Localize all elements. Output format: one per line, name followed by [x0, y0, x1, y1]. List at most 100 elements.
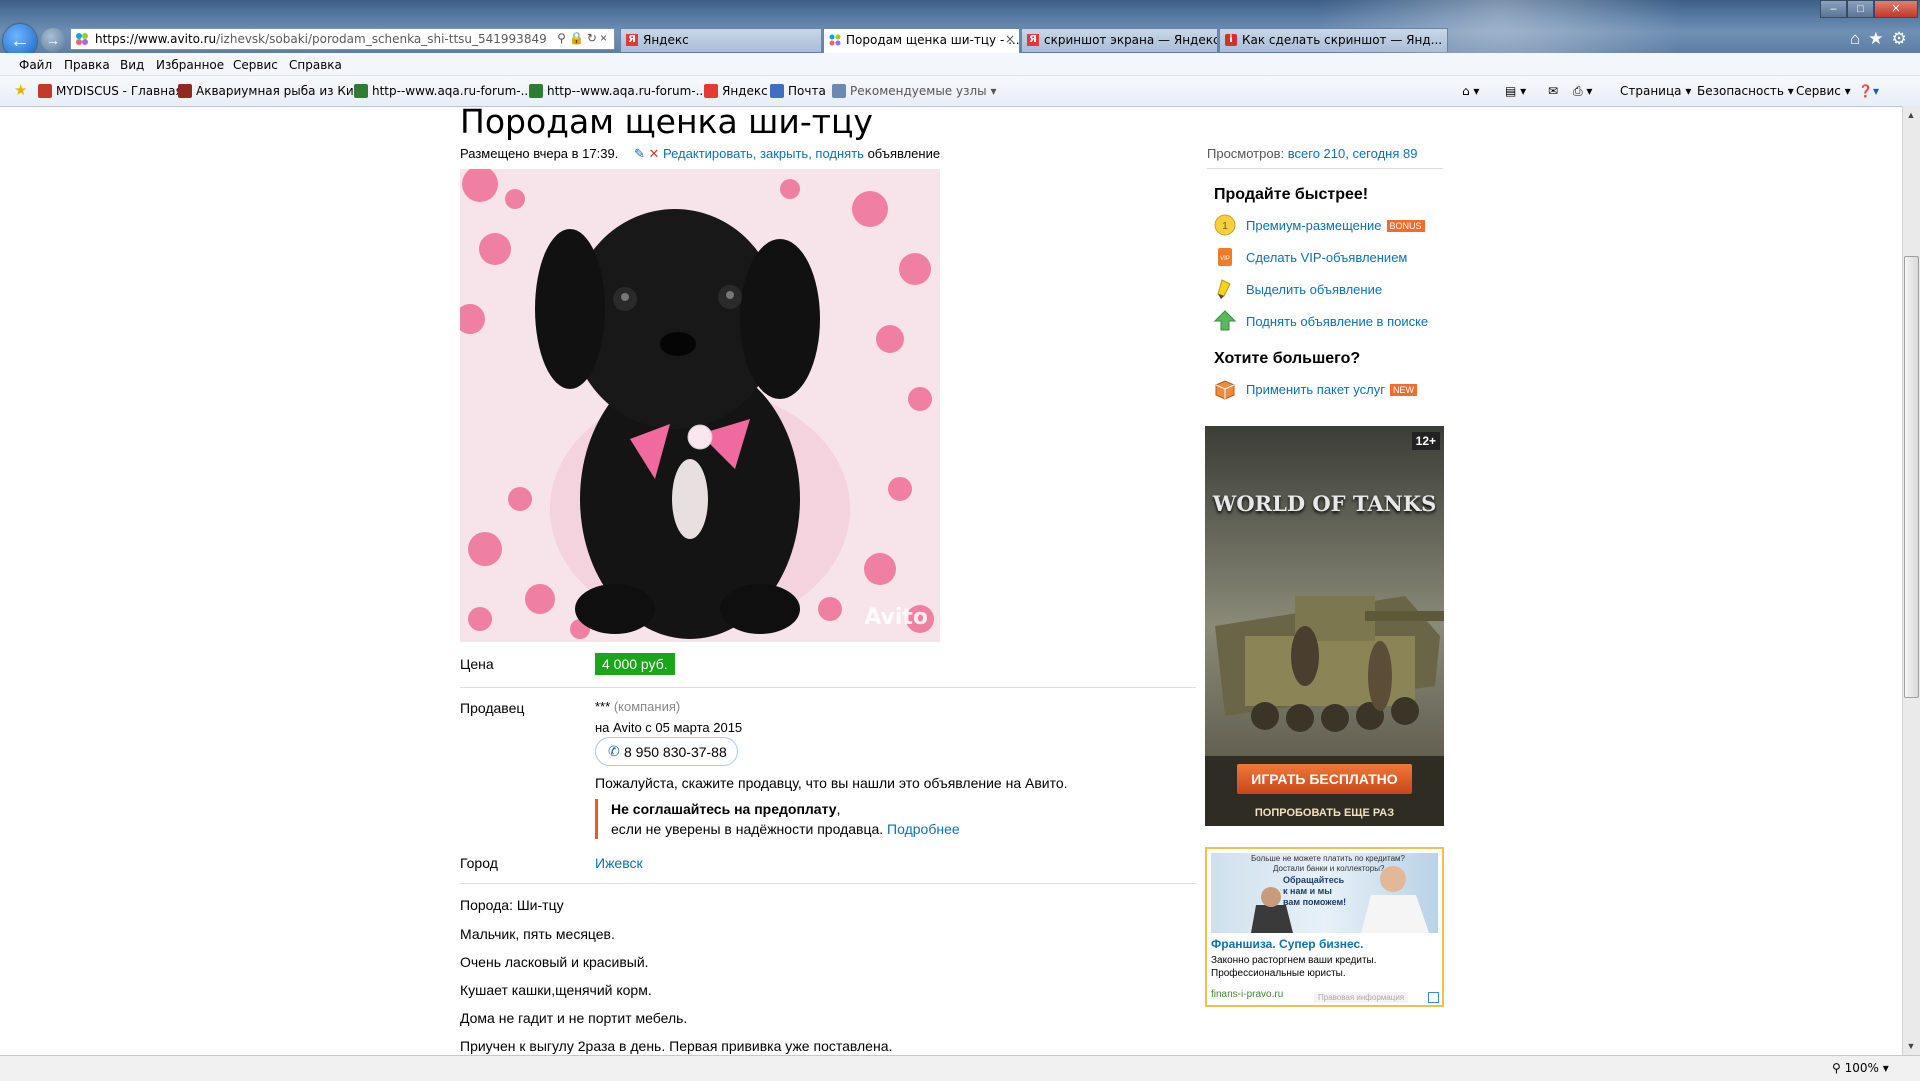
- promo-raise[interactable]: Поднять объявление в поиске: [1213, 310, 1444, 334]
- promo-label[interactable]: Сделать VIP-объявлением: [1246, 250, 1407, 265]
- cmd-tools[interactable]: Сервис ▾: [1796, 84, 1851, 98]
- delete-icon[interactable]: ✕: [648, 146, 659, 161]
- description-line: Дома не гадит и не портит мебель.: [460, 1010, 688, 1026]
- avito-favicon-icon: [75, 32, 89, 46]
- gear-icon[interactable]: ⚙: [1892, 29, 1915, 48]
- world-of-tanks-banner[interactable]: 12+ WORLD OF TANKS ИГРАТЬ БЕСПЛАТНО ПОПР…: [1205, 426, 1444, 826]
- scroll-up-arrow-icon[interactable]: ▲: [1902, 106, 1920, 124]
- phone-button[interactable]: ✆ 8 950 830-37-88: [595, 737, 738, 766]
- puppy-photo: [460, 169, 940, 642]
- minimize-button[interactable]: –: [1820, 0, 1847, 18]
- edit-ad-link[interactable]: Редактировать, закрыть, поднять: [663, 146, 864, 161]
- favorite-item[interactable]: Рекомендуемые узлы ▾: [832, 84, 996, 98]
- ad-callout: Обращайтесь к нам и мы вам поможем!: [1283, 875, 1347, 907]
- info-icon: i: [1225, 34, 1237, 46]
- promo-label[interactable]: Применить пакет услуг: [1246, 382, 1385, 397]
- close-window-button[interactable]: ✕: [1874, 0, 1918, 18]
- favorite-item[interactable]: http--www.aqa.ru-forum-...: [529, 84, 707, 98]
- posted-time: Размещено вчера в 17:39.: [460, 146, 619, 161]
- chevron-down-icon: ▾: [1882, 1061, 1889, 1075]
- add-favorites-star-icon[interactable]: ★: [14, 81, 27, 99]
- menu-help[interactable]: Справка: [289, 58, 342, 72]
- menu-tools[interactable]: Сервис: [233, 58, 278, 72]
- tab-how-to-screenshot[interactable]: i Как сделать скриншот — Янд...: [1219, 28, 1448, 52]
- want-more-heading: Хотите большего?: [1214, 350, 1361, 367]
- avito-icon: [829, 34, 841, 46]
- site-icon: [178, 84, 192, 98]
- close-icon[interactable]: ×: [600, 31, 610, 45]
- bonus-tag: BONUS: [1386, 220, 1425, 232]
- cmd-page[interactable]: Страница ▾: [1620, 84, 1691, 98]
- seller-label: Продавец: [460, 700, 525, 716]
- pencil-icon[interactable]: ✎: [634, 146, 645, 161]
- tab-yandex[interactable]: Я Яндекс: [620, 28, 822, 52]
- refresh-icon[interactable]: ↻: [587, 31, 600, 45]
- finans-ad-image: Больше не можете платить по кредитам? До…: [1211, 853, 1438, 933]
- address-bar[interactable]: https://www.avito.ru/izhevsk/sobaki/poro…: [70, 28, 615, 50]
- promo-premium[interactable]: 1 Премиум-размещение BONUS: [1214, 214, 1444, 238]
- tab-label: Как сделать скриншот — Янд...: [1242, 33, 1443, 47]
- menu-file[interactable]: Файл: [19, 58, 52, 72]
- cmd-safety[interactable]: Безопасность ▾: [1697, 84, 1794, 98]
- tab-close-icon[interactable]: ×: [1005, 32, 1015, 46]
- views-stats-link[interactable]: всего 210, сегодня 89: [1288, 146, 1418, 161]
- promo-label[interactable]: Поднять объявление в поиске: [1246, 314, 1428, 329]
- tab-screenshot-search[interactable]: Я скриншот экрана — Яндекс: ...: [1021, 28, 1218, 52]
- favorite-item[interactable]: Почта: [770, 84, 826, 98]
- ad-choices-icon[interactable]: [1428, 992, 1439, 1003]
- legal-info: Правовая информация: [1314, 992, 1409, 1003]
- site-icon: [38, 84, 52, 98]
- favorites-star-icon[interactable]: ★: [1868, 29, 1891, 48]
- favorite-item[interactable]: MYDISCUS - Главная: [38, 84, 183, 98]
- ad-photo[interactable]: Avito: [460, 169, 940, 642]
- seller-type: (компания): [613, 699, 681, 714]
- browser-icons: ⌂★⚙: [1850, 29, 1915, 49]
- vip-icon: VIP: [1214, 246, 1236, 268]
- suggested-sites-icon: [832, 84, 846, 98]
- tab-avito-active[interactable]: Породам щенка ши-тцу - ... ×: [823, 28, 1020, 53]
- help-icon[interactable]: ❓▾: [1858, 84, 1879, 98]
- promo-label[interactable]: Выделить объявление: [1246, 282, 1382, 297]
- menu-favorites[interactable]: Избранное: [156, 58, 224, 72]
- print-icon[interactable]: ⎙ ▾: [1573, 84, 1592, 99]
- yandex-icon: Я: [1027, 34, 1039, 46]
- menu-view[interactable]: Вид: [120, 58, 144, 72]
- lock-icon: 🔒: [568, 31, 587, 45]
- favorite-item[interactable]: Аквариумная рыба из Ки...: [178, 84, 365, 98]
- description-line: Приучен к выгулу 2раза в день. Первая пр…: [460, 1038, 893, 1054]
- home-icon[interactable]: ⌂: [1850, 29, 1868, 48]
- warning-text: если не уверены в надёжности продавца.: [611, 821, 884, 837]
- finans-text: Профессиональные юристы.: [1211, 968, 1346, 979]
- seller-stars: ***: [595, 699, 611, 714]
- menu-edit[interactable]: Правка: [64, 58, 110, 72]
- home-cmd-icon[interactable]: ⌂ ▾: [1462, 84, 1479, 98]
- posted-line: Размещено вчера в 17:39. ✎ ✕ Редактирова…: [460, 146, 940, 162]
- finans-headline-link[interactable]: Франшиза. Супер бизнес.: [1211, 937, 1363, 951]
- promo-label[interactable]: Премиум-размещение: [1246, 218, 1382, 233]
- finans-ad-banner[interactable]: Больше не можете платить по кредитам? До…: [1205, 847, 1444, 1007]
- back-arrow-icon: ←: [10, 29, 30, 52]
- play-free-button[interactable]: ИГРАТЬ БЕСПЛАТНО: [1237, 764, 1412, 794]
- views-label: Просмотров:: [1207, 146, 1285, 161]
- svg-text:VIP: VIP: [1220, 256, 1230, 262]
- finans-domain-link[interactable]: finans-i-pravo.ru: [1211, 989, 1283, 1000]
- promo-vip[interactable]: VIP Сделать VIP-объявлением: [1214, 248, 1444, 270]
- favorite-item[interactable]: http--www.aqa.ru-forum-...: [354, 84, 532, 98]
- city-link[interactable]: Ижевск: [595, 855, 643, 871]
- scroll-down-arrow-icon[interactable]: ▼: [1902, 1037, 1920, 1055]
- edit-suffix: объявление: [867, 146, 941, 161]
- address-tools[interactable]: ⚲🔒↻×: [557, 31, 610, 45]
- maximize-button[interactable]: □: [1847, 0, 1874, 18]
- search-icon[interactable]: ⚲: [557, 31, 569, 45]
- rss-icon[interactable]: ▤ ▾: [1505, 84, 1526, 98]
- promo-package[interactable]: Применить пакет услуг NEW: [1214, 380, 1444, 402]
- more-info-link[interactable]: Подробнее: [887, 821, 960, 837]
- promo-highlight[interactable]: Выделить объявление: [1214, 279, 1444, 302]
- zoom-icon: ⚲: [1832, 1061, 1841, 1075]
- zoom-level[interactable]: ⚲ 100% ▾: [1832, 1061, 1889, 1075]
- mail-icon: [770, 84, 784, 98]
- forward-button[interactable]: →: [41, 28, 65, 52]
- mail-cmd-icon[interactable]: ✉: [1548, 84, 1558, 98]
- favorite-item[interactable]: Яндекс: [704, 84, 768, 98]
- scrollbar-thumb[interactable]: [1904, 256, 1919, 698]
